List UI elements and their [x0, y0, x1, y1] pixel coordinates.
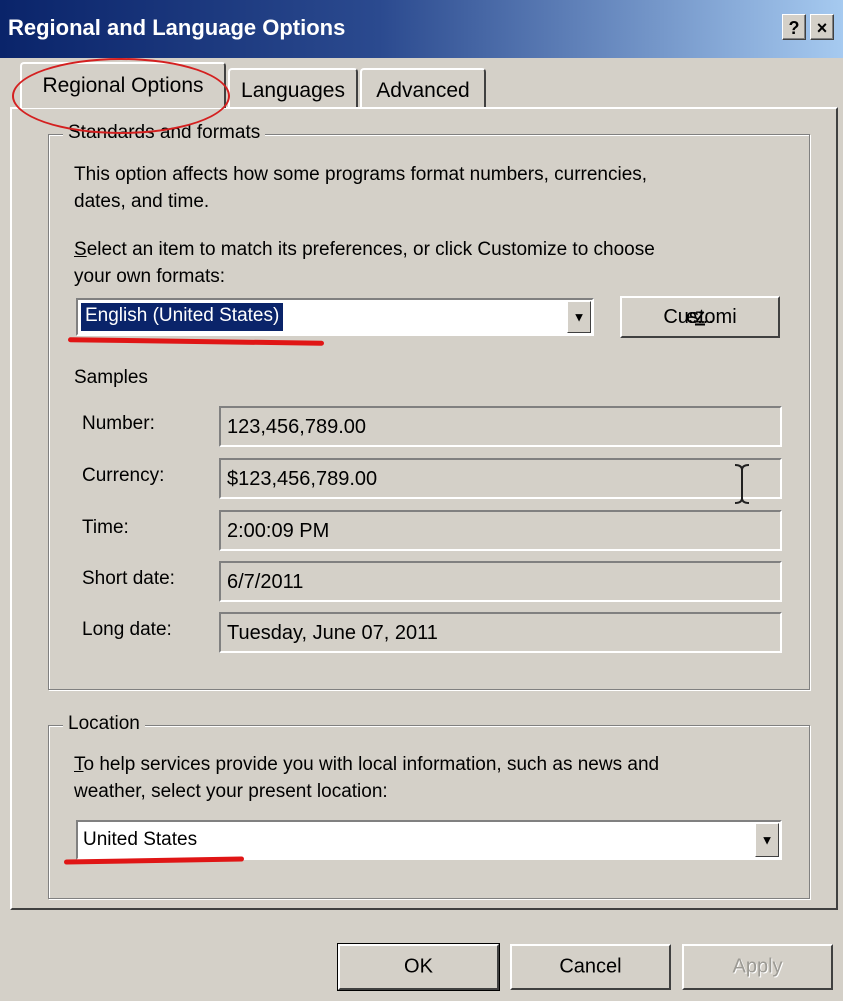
select-instruction-rest: elect an item to match its preferences, … [86, 239, 655, 260]
customize-button[interactable]: Customi z e... [620, 296, 780, 338]
location-dropdown-arrow-icon[interactable]: ▼ [755, 823, 779, 857]
location-dropdown-value: United States [83, 829, 198, 850]
sample-long-date-field: Tuesday, June 07, 2011 [219, 612, 782, 653]
select-instruction-line2: your own formats: [74, 266, 225, 287]
sample-label-time: Time: [82, 517, 129, 538]
sample-currency-field: $123,456,789.00 [219, 458, 782, 499]
location-group-label: Location [63, 713, 145, 735]
sample-label-long-date: Long date: [82, 619, 172, 640]
close-button[interactable]: × [810, 14, 834, 40]
sample-time-field: 2:00:09 PM [219, 510, 782, 551]
location-accelerator: T [74, 754, 84, 775]
sample-short-date-value: 6/7/2011 [227, 571, 304, 593]
tab-panel: Standards and formats This option affect… [10, 107, 838, 910]
location-dropdown[interactable]: United States ▼ [76, 820, 782, 860]
tab-regional-options[interactable]: Regional Options [20, 62, 226, 108]
sample-long-date-value: Tuesday, June 07, 2011 [227, 622, 438, 644]
standards-description-line1: This option affects how some programs fo… [74, 164, 648, 185]
sample-label-currency: Currency: [82, 465, 165, 486]
sample-label-short-date: Short date: [82, 568, 175, 589]
sample-label-number: Number: [82, 413, 155, 434]
format-dropdown[interactable]: English (United States) ▼ [76, 298, 594, 336]
location-help-line1: To help services provide you with local … [74, 752, 659, 777]
apply-button[interactable]: Apply [682, 944, 833, 990]
sample-number-value: 123,456,789.00 [227, 416, 367, 438]
window-title: Regional and Language Options [8, 15, 346, 40]
location-help-line2: weather, select your present location: [74, 781, 388, 802]
cancel-button[interactable]: Cancel [510, 944, 671, 990]
standards-group-label: Standards and formats [63, 122, 266, 144]
format-dropdown-value: English (United States) [81, 303, 284, 331]
location-help-rest: o help services provide you with local i… [83, 754, 660, 775]
i-beam-cursor-icon [734, 464, 750, 504]
tab-languages[interactable]: Languages [228, 68, 358, 108]
samples-heading: Samples [74, 367, 148, 388]
sample-short-date-field: 6/7/2011 [219, 561, 782, 602]
select-accelerator: S [74, 239, 87, 260]
sample-currency-value: $123,456,789.00 [227, 468, 378, 490]
sample-number-field: 123,456,789.00 [219, 406, 782, 447]
help-button[interactable]: ? [782, 14, 806, 40]
title-bar: Regional and Language Options ? × [0, 0, 843, 58]
standards-description-line2: dates, and time. [74, 191, 210, 212]
format-dropdown-arrow-icon[interactable]: ▼ [567, 301, 591, 333]
ok-button[interactable]: OK [337, 943, 500, 991]
sample-time-value: 2:00:09 PM [227, 520, 330, 542]
tab-advanced[interactable]: Advanced [360, 68, 486, 108]
select-instruction-line1: Select an item to match its preferences,… [74, 237, 655, 262]
